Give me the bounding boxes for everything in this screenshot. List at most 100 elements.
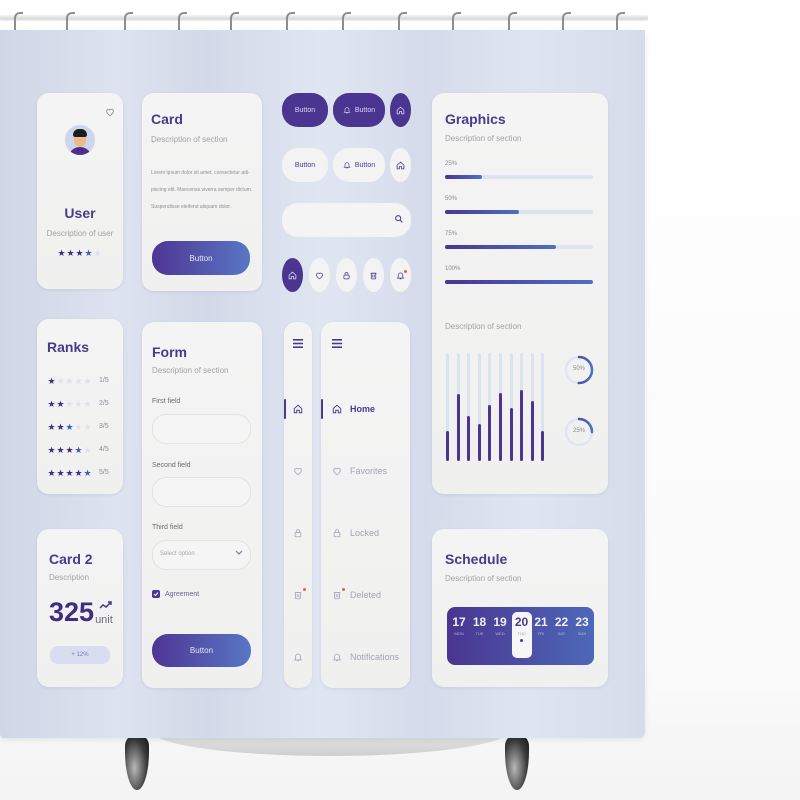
day-18[interactable]: 18 TUE: [471, 615, 489, 636]
tub-foot-left: [125, 735, 149, 790]
menu-icon[interactable]: [293, 339, 303, 348]
day-19[interactable]: 19 WED: [491, 615, 509, 636]
nav-item-locked[interactable]: Locked: [332, 528, 379, 538]
day-number: 20: [514, 615, 529, 629]
home-icon: [293, 404, 303, 414]
form-submit-button[interactable]: Button: [152, 634, 251, 667]
nav-icon-item-notifications[interactable]: [293, 652, 303, 662]
progress-label: 50%: [445, 196, 458, 202]
bar: [477, 424, 481, 461]
day-number: 17: [452, 615, 466, 629]
bell-icon-button[interactable]: [390, 258, 411, 292]
menu-icon[interactable]: [332, 339, 342, 348]
trash-icon-button[interactable]: [363, 258, 384, 292]
day-number: 18: [472, 615, 487, 629]
bar: [467, 415, 471, 461]
nav-icon-item-home[interactable]: [293, 404, 303, 414]
nav-item-favorites[interactable]: Favorites: [332, 466, 387, 476]
progress-bar: [445, 245, 593, 249]
graphics-description: Description of section: [445, 134, 522, 143]
nav-icon-item-deleted[interactable]: [293, 588, 306, 600]
primary-button-label: Button: [294, 106, 316, 114]
avatar: [65, 125, 95, 155]
schedule-description: Description of section: [445, 574, 522, 583]
active-indicator: [321, 399, 323, 419]
product-photo-shower-curtain: User Description of user ★★★★★ Card Desc…: [0, 0, 800, 800]
rank-row: ★★★★★ 2/5: [47, 394, 117, 412]
agreement-checkbox[interactable]: Agreement: [152, 590, 199, 598]
star-icon: ★: [75, 248, 84, 258]
first-field-label: First field: [152, 398, 181, 405]
star-icon: ★: [65, 422, 74, 432]
home-icon: [288, 271, 297, 280]
lock-icon: [342, 271, 351, 280]
progress-label: 75%: [445, 231, 458, 237]
heart-icon[interactable]: [105, 107, 115, 117]
search-field[interactable]: [282, 203, 411, 237]
day-20[interactable]: 20 THU: [511, 612, 532, 658]
form-card: Form Description of section First field …: [142, 322, 262, 688]
ring-label: 50%: [572, 366, 585, 372]
progress-fill: [445, 210, 519, 214]
rank-row: ★★★★★ 3/5: [47, 417, 117, 435]
nav-icon-item-locked[interactable]: [293, 528, 303, 538]
star-icon: ★: [83, 376, 92, 386]
card-description: Description of section: [151, 135, 228, 144]
day-23[interactable]: 23 SUN: [573, 615, 591, 636]
graphics-title: Graphics: [445, 111, 506, 127]
day-22[interactable]: 22 SAT: [553, 615, 571, 636]
rank-label: 5/5: [99, 468, 109, 476]
star-icon: ★: [74, 468, 83, 478]
star-icon: ★: [65, 399, 74, 409]
primary-icon-button[interactable]: Button: [333, 93, 385, 127]
ring-label: 25%: [572, 428, 585, 434]
star-icon: ★: [65, 468, 74, 478]
heart-icon-button[interactable]: [309, 258, 330, 292]
home-icon: [396, 106, 405, 115]
card-body-line: piscing elit. Maecenas viverra semper di…: [151, 187, 253, 193]
graphics-card: Graphics Description of section 25% 50% 75…: [432, 93, 608, 494]
card-body: Lorem ipsum dolor sit amet, consectetur …: [151, 165, 255, 216]
nav-item-notifications[interactable]: Notifications: [332, 652, 399, 662]
secondary-button[interactable]: Button: [282, 148, 328, 182]
search-input[interactable]: [292, 211, 387, 229]
expanded-nav: Home Favorites Locked Deleted Notifications: [321, 322, 410, 688]
bell-icon: [293, 652, 303, 662]
star-icon: ★: [74, 445, 83, 455]
secondary-home-button[interactable]: [390, 148, 411, 182]
card-button[interactable]: Button: [152, 241, 250, 275]
rank-label: 4/5: [99, 445, 109, 453]
star-icon: ★: [84, 248, 93, 258]
primary-home-button[interactable]: [390, 93, 411, 127]
day-17[interactable]: 17 MON: [450, 615, 468, 636]
star-icon: ★: [56, 422, 65, 432]
second-field-input[interactable]: [152, 477, 251, 507]
lock-icon: [332, 528, 342, 538]
nav-item-home[interactable]: Home: [332, 404, 375, 414]
third-field-select[interactable]: Select option: [152, 540, 251, 570]
heart-icon: [332, 466, 342, 476]
nav-icon-item-favorites[interactable]: [293, 466, 303, 476]
schedule-card: Schedule Description of section 17 MON 18 T…: [432, 529, 608, 687]
star-icon: ★: [47, 376, 56, 386]
home-icon-button[interactable]: [282, 258, 303, 292]
ring-chart: 25%: [564, 417, 594, 447]
progress-bar: [445, 175, 593, 179]
first-field-input[interactable]: [152, 414, 251, 444]
selected-dot: [520, 639, 523, 642]
bar-track: [541, 353, 545, 461]
lock-icon-button[interactable]: [336, 258, 357, 292]
search-icon[interactable]: [394, 214, 404, 224]
day-number: 22: [554, 615, 569, 629]
checkbox-checked-icon[interactable]: [152, 590, 160, 598]
star-icon: ★: [74, 422, 83, 432]
secondary-button-label: Button: [294, 161, 316, 169]
primary-button[interactable]: Button: [282, 93, 328, 127]
nav-item-deleted[interactable]: Deleted: [332, 588, 381, 600]
user-rating: ★★★★★: [57, 243, 102, 261]
badge-dot: [303, 588, 306, 591]
secondary-icon-button[interactable]: Button: [333, 148, 385, 182]
trash-icon: [332, 588, 345, 600]
day-21[interactable]: 21 FRI: [532, 615, 550, 636]
bar: [509, 408, 513, 461]
